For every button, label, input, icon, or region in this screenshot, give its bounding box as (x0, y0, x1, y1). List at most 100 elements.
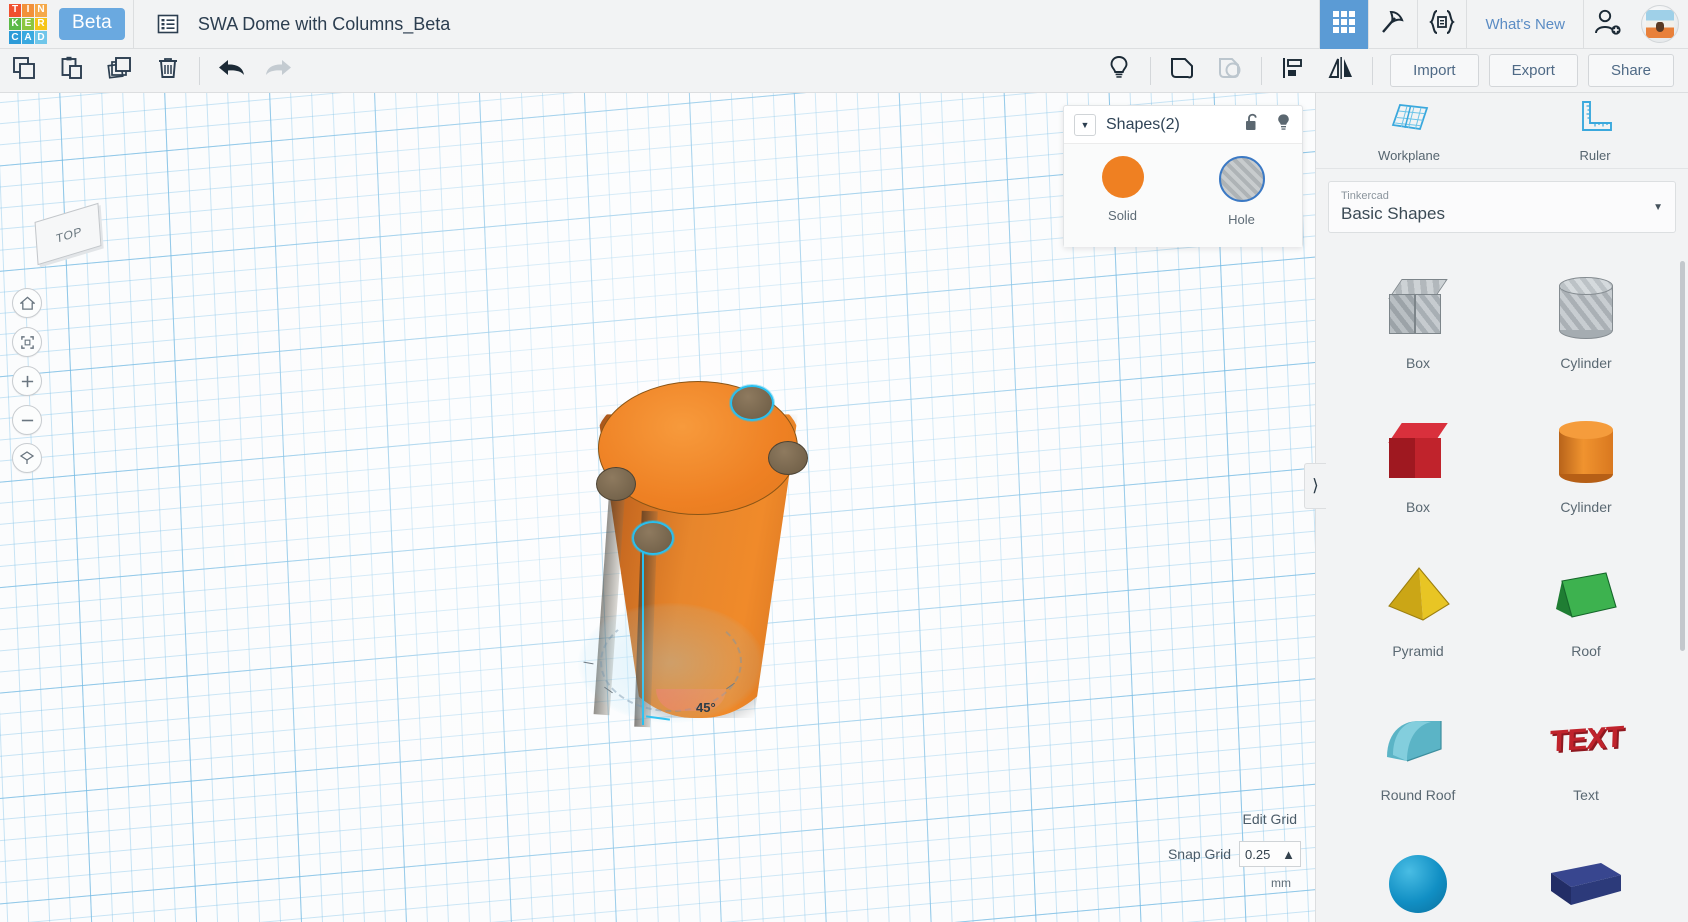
home-view-button[interactable] (12, 288, 42, 318)
beta-badge[interactable]: Beta (59, 8, 125, 40)
redo-arrow-icon (264, 56, 294, 85)
grid-apps-button[interactable] (1320, 0, 1369, 49)
solid-swatch-option[interactable]: Solid (1101, 156, 1144, 223)
undo-button[interactable] (207, 49, 255, 93)
unlock-icon[interactable] (1244, 113, 1261, 137)
invite-person-button[interactable] (1584, 0, 1632, 49)
workplane-tool[interactable]: Workplane (1349, 99, 1469, 163)
logo-tile: D (35, 31, 47, 44)
delete-button[interactable] (144, 49, 192, 93)
shape-label: Pyramid (1392, 643, 1444, 659)
edit-toolbar-right: Import Export Share (1095, 49, 1688, 93)
shape-label: Round Roof (1380, 787, 1456, 803)
divider (132, 0, 134, 49)
snap-grid-select[interactable]: 0.25 ▲ (1239, 841, 1301, 867)
user-avatar-button[interactable] (1632, 0, 1688, 49)
redo-button[interactable] (255, 49, 303, 93)
whats-new-button[interactable]: What's New (1467, 0, 1583, 49)
duplicate-button[interactable] (96, 49, 144, 93)
shape-item-round-roof[interactable]: Round Roof (1334, 697, 1502, 825)
ruler-icon (1575, 99, 1615, 140)
divider (199, 56, 200, 85)
divider (1261, 56, 1263, 85)
document-title[interactable]: SWA Dome with Columns_Beta (198, 14, 450, 35)
cylinder-shape (1559, 421, 1613, 483)
library-provider-label: Tinkercad (1341, 190, 1389, 202)
view-cube[interactable]: TOP (34, 202, 108, 266)
ruler-tool[interactable]: Ruler (1535, 99, 1655, 163)
shape-label: Cylinder (1560, 355, 1612, 371)
column-hole[interactable] (596, 467, 636, 501)
shapes-scrollbar[interactable] (1680, 261, 1685, 651)
add-person-icon (1593, 8, 1623, 41)
rotation-gizmo[interactable] (578, 603, 764, 723)
logo-tile: E (22, 17, 34, 31)
hole-swatch-option[interactable]: Hole (1218, 156, 1265, 227)
shape-item-sphere[interactable]: Sphere (1334, 841, 1502, 922)
copy-button[interactable] (0, 49, 48, 93)
snap-grid-value: 0.25 (1245, 846, 1271, 862)
roof-art (1548, 553, 1624, 639)
chevron-down-icon[interactable]: ▼ (1074, 113, 1096, 136)
shape-item-roof[interactable]: Roof (1502, 553, 1670, 681)
lightbulb-icon[interactable] (1275, 113, 1292, 137)
cylinder-hole-art (1559, 265, 1613, 351)
column-hole-selected[interactable] (632, 521, 674, 555)
mirror-button[interactable] (1317, 49, 1365, 93)
shape-item-pyramid[interactable]: Pyramid (1334, 553, 1502, 681)
shape-item-wedge[interactable]: Wedge (1502, 841, 1670, 922)
minecraft-button[interactable] (1369, 0, 1417, 49)
cylinder-shape (1559, 277, 1613, 339)
edit-grid-button[interactable]: Edit Grid (1243, 811, 1297, 827)
import-button[interactable]: Import (1390, 54, 1479, 87)
codeblocks-icon (1428, 9, 1456, 40)
library-name-label: Basic Shapes (1341, 204, 1445, 223)
tinkercad-logo[interactable]: T I N K E R C A D (9, 4, 47, 44)
shape-item-text[interactable]: TEXT Text (1502, 697, 1670, 825)
group-button[interactable] (1158, 49, 1206, 93)
cube-shape (1388, 279, 1448, 337)
fit-all-button[interactable] (12, 327, 42, 357)
pyramid-art (1381, 553, 1455, 639)
shape-item-cylinder[interactable]: Cylinder (1502, 409, 1670, 537)
ungroup-button[interactable] (1206, 49, 1254, 93)
hole-label: Hole (1228, 212, 1255, 227)
lightbulb-button[interactable] (1095, 49, 1143, 93)
workplane-icon (1388, 99, 1430, 140)
column-hole-selected[interactable] (730, 385, 774, 421)
panel-tools-row: Workplane Ruler (1316, 93, 1688, 169)
edit-toolbar: Import Export Share (0, 49, 1688, 93)
logo-tile: N (35, 4, 47, 17)
shape-item-cylinder-hole[interactable]: Cylinder (1502, 265, 1670, 393)
column-hole[interactable] (768, 441, 808, 475)
align-button[interactable] (1269, 49, 1317, 93)
codeblocks-button[interactable] (1418, 0, 1466, 49)
list-icon[interactable] (154, 10, 182, 38)
export-button[interactable]: Export (1488, 54, 1578, 87)
cylinder-top-cap (1559, 277, 1613, 295)
shapes-library-panel: Workplane Ruler Tinkercad Basic Shapes ▼ (1315, 93, 1688, 922)
shapes-inspector-panel: ▼ Shapes(2) Solid Hole (1063, 105, 1303, 247)
grid-apps-icon (1331, 9, 1357, 40)
rotation-tick (583, 661, 594, 665)
zoom-out-button[interactable] (12, 405, 42, 435)
share-button[interactable]: Share (1587, 54, 1674, 87)
collapse-panel-button[interactable]: ⟩ (1304, 463, 1326, 509)
snap-grid-control: Snap Grid 0.25 ▲ (1168, 841, 1301, 867)
paste-button[interactable] (48, 49, 96, 93)
rotation-angle-label: 45° (696, 700, 716, 715)
chevron-up-icon: ▲ (1282, 846, 1295, 862)
sphere-shape (1389, 855, 1447, 913)
duplicate-icon (107, 55, 133, 86)
perspective-toggle-button[interactable] (12, 443, 42, 473)
model-object-group[interactable]: 45° (560, 343, 890, 763)
round-roof-art (1379, 697, 1457, 783)
zoom-in-button[interactable] (12, 366, 42, 396)
shape-label: Box (1405, 499, 1431, 515)
shape-item-box-hole[interactable]: Box (1334, 265, 1502, 393)
shape-library-select[interactable]: Tinkercad Basic Shapes ▼ (1328, 181, 1676, 233)
shape-item-box[interactable]: Box (1334, 409, 1502, 537)
ungroup-shape-icon (1216, 55, 1244, 86)
logo-tile: K (9, 17, 21, 31)
top-bar: T I N K E R C A D Beta SWA Dome with Col… (0, 0, 1688, 49)
